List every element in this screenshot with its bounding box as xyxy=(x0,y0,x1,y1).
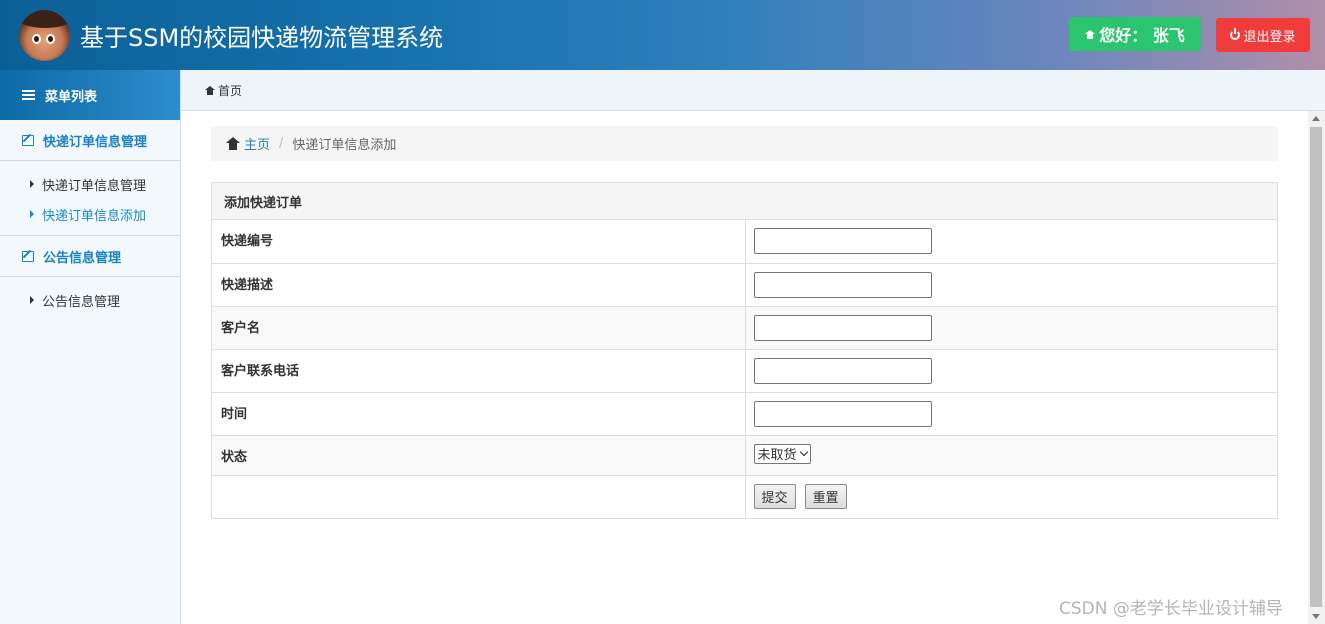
menu-title: 菜单列表 xyxy=(45,89,98,105)
field-label: 时间 xyxy=(212,391,746,435)
express-description-input[interactable] xyxy=(753,271,932,298)
list-icon xyxy=(22,90,35,100)
tab-bar: 首页 xyxy=(181,70,1325,111)
form-row: 快递描述 xyxy=(212,262,1277,306)
customer-phone-input[interactable] xyxy=(753,357,932,384)
home-icon xyxy=(1085,29,1096,39)
logout-label: 退出登录 xyxy=(1243,29,1296,45)
sidebar-group-label: 公告信息管理 xyxy=(43,250,122,266)
sidebar-group-label: 快递订单信息管理 xyxy=(43,134,148,150)
sidebar-sublist: 快递订单信息管理 快递订单信息添加 xyxy=(0,161,180,236)
home-icon xyxy=(205,85,215,95)
sidebar-item-order-add[interactable]: 快递订单信息添加 xyxy=(0,199,180,229)
tab-home[interactable]: 首页 xyxy=(218,82,242,99)
sidebar-item-label: 公告信息管理 xyxy=(42,294,121,310)
user-greeting-button[interactable]: 您好： 张飞 xyxy=(1069,17,1201,51)
field-label: 客户联系电话 xyxy=(212,348,746,392)
field-label: 状态 xyxy=(212,434,746,475)
add-order-panel: 添加快递订单 快递编号 快递描述 客户名 客户联系电话 时间 状态 未取货 提交… xyxy=(211,182,1278,519)
form-row: 客户联系电话 xyxy=(212,348,1277,392)
reset-button[interactable]: 重置 xyxy=(804,483,847,509)
status-select[interactable]: 未取货 xyxy=(753,443,811,464)
express-number-input[interactable] xyxy=(753,228,932,254)
scroll-up-icon[interactable] xyxy=(1312,116,1320,121)
logout-button[interactable]: 退出登录 xyxy=(1216,18,1310,52)
sidebar-group-express-orders[interactable]: 快递订单信息管理 xyxy=(0,120,180,161)
vertical-scrollbar[interactable] xyxy=(1308,111,1325,624)
edit-icon xyxy=(22,250,34,262)
breadcrumb-separator: / xyxy=(279,136,284,151)
empty-label-cell xyxy=(212,474,746,518)
edit-icon xyxy=(22,134,34,146)
status-selected-value: 未取货 xyxy=(757,448,797,463)
caret-right-icon xyxy=(30,296,34,304)
form-row: 提交 重置 xyxy=(212,474,1277,518)
breadcrumb-home-label: 主页 xyxy=(244,138,271,153)
form-row: 时间 xyxy=(212,391,1277,435)
breadcrumb-current: 快递订单信息添加 xyxy=(292,138,397,153)
field-label: 快递描述 xyxy=(212,262,746,306)
form-table: 快递编号 快递描述 客户名 客户联系电话 时间 状态 未取货 提交 重置 xyxy=(212,220,1277,518)
sidebar-sublist: 公告信息管理 xyxy=(0,277,180,321)
power-icon xyxy=(1230,28,1241,40)
sidebar-group-notices[interactable]: 公告信息管理 xyxy=(0,236,180,277)
avatar xyxy=(19,10,70,61)
sidebar-item-label: 快递订单信息管理 xyxy=(42,178,147,194)
home-icon xyxy=(226,137,240,150)
form-row: 快递编号 xyxy=(212,220,1277,263)
menu-header: 菜单列表 xyxy=(0,70,180,120)
chevron-down-icon xyxy=(799,447,808,457)
caret-right-icon xyxy=(30,180,34,188)
scroll-thumb[interactable] xyxy=(1310,127,1322,607)
sidebar: 菜单列表 快递订单信息管理 快递订单信息管理 快递订单信息添加 公告信息管理 公… xyxy=(0,70,181,624)
breadcrumb-home-link[interactable]: 主页 xyxy=(226,134,270,153)
panel-title: 添加快递订单 xyxy=(212,183,1277,220)
watermark: CSDN @老学长毕业设计辅导 xyxy=(1059,599,1283,619)
breadcrumb: 主页 / 快递订单信息添加 xyxy=(211,126,1278,161)
form-row: 状态 未取货 xyxy=(212,434,1277,475)
main-content: 主页 / 快递订单信息添加 添加快递订单 快递编号 快递描述 客户名 客户联系电… xyxy=(181,111,1308,624)
form-row: 客户名 xyxy=(212,305,1277,349)
field-label: 快递编号 xyxy=(212,220,746,263)
sidebar-item-order-manage[interactable]: 快递订单信息管理 xyxy=(0,169,180,199)
time-input[interactable] xyxy=(753,400,932,427)
top-header: 基于SSM的校园快递物流管理系统 您好： 张飞 退出登录 xyxy=(0,0,1325,70)
sidebar-item-notice-manage[interactable]: 公告信息管理 xyxy=(0,285,180,315)
app-title: 基于SSM的校园快递物流管理系统 xyxy=(80,24,444,52)
customer-name-input[interactable] xyxy=(753,314,932,341)
caret-right-icon xyxy=(30,210,34,218)
scroll-down-icon[interactable] xyxy=(1312,614,1320,619)
sidebar-item-label: 快递订单信息添加 xyxy=(42,208,147,224)
field-label: 客户名 xyxy=(212,305,746,349)
greeting-text: 您好： 张飞 xyxy=(1099,26,1185,45)
submit-button[interactable]: 提交 xyxy=(753,483,796,509)
